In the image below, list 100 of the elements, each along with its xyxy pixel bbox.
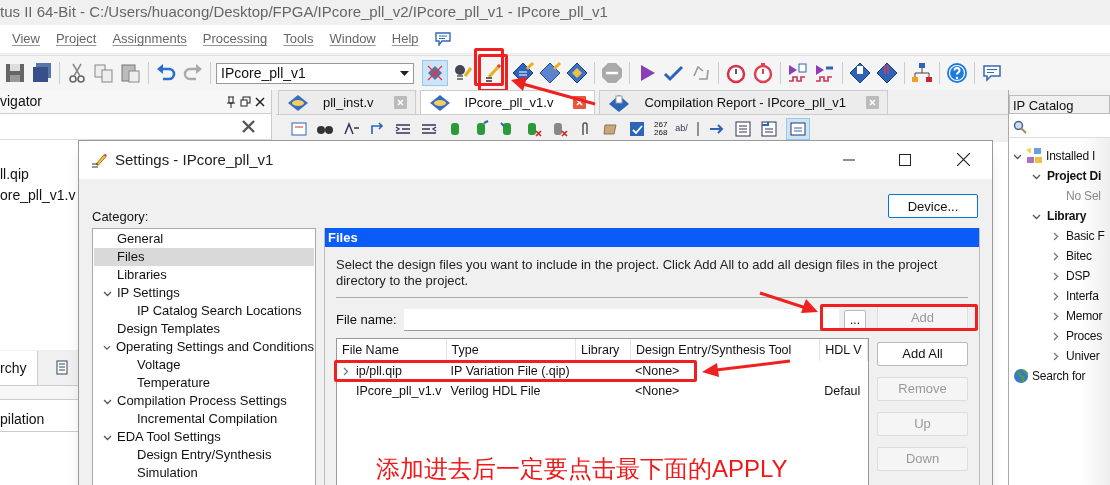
chevron-right-icon[interactable]	[341, 366, 350, 376]
column-header[interactable]: File Name	[337, 339, 447, 361]
tree-item[interactable]: Basic F	[1066, 227, 1105, 245]
tree-item[interactable]: Project Di	[1047, 167, 1102, 185]
editor-tab[interactable]: IPcore_pll_v1.v	[419, 90, 596, 114]
toggle-button[interactable]	[422, 60, 448, 86]
tree-item[interactable]: Univer	[1066, 347, 1100, 365]
project-dropdown[interactable]: IPcore_pll_v1	[216, 62, 414, 84]
diamond-icon[interactable]	[875, 61, 899, 85]
stopwatch-icon[interactable]	[751, 61, 775, 85]
category-item[interactable]: Incremental Compilation	[94, 410, 314, 428]
tree-item[interactable]: Library	[1047, 207, 1087, 225]
category-item[interactable]: IP Catalog Search Locations	[94, 302, 314, 320]
category-item[interactable]: Design Entry/Synthesis	[94, 446, 314, 464]
diamond-icon	[287, 93, 309, 112]
menu-item[interactable]: View	[12, 29, 40, 49]
waveform-icon[interactable]	[786, 61, 810, 85]
menu-item[interactable]: Tools	[283, 29, 314, 49]
category-item[interactable]: General	[94, 230, 314, 248]
pin-icon[interactable]	[226, 95, 236, 108]
save-all-icon[interactable]	[30, 61, 54, 85]
column-header[interactable]: Design Entry/Synthesis Tool	[630, 339, 821, 361]
device-button[interactable]: Device...	[888, 194, 978, 219]
tree-item[interactable]: Interfa	[1066, 287, 1099, 305]
paste-icon[interactable]	[119, 61, 143, 85]
check-icon[interactable]	[628, 119, 646, 138]
category-item[interactable]: Libraries	[94, 266, 314, 284]
tree-item[interactable]: Proces	[1066, 327, 1103, 345]
chevron-right-icon[interactable]	[1051, 311, 1060, 321]
chat-icon[interactable]	[434, 32, 451, 46]
list-window-icon[interactable]	[759, 119, 778, 138]
window-title: tus II 64-Bit - C:/Users/huacong/Desktop/FPGA/IPcore_pll_v2/IPcore_pll_v1 - IPcore_pll_v1	[0, 2, 608, 23]
close-icon[interactable]	[957, 153, 970, 167]
report-icon	[608, 93, 631, 112]
document-icon[interactable]	[56, 360, 68, 375]
column-header[interactable]: Type	[446, 339, 577, 361]
description-text: Select the design files you want to include in the project. Click Add All to add all design files in the project directory to the project.	[336, 257, 939, 289]
chevron-right-icon[interactable]	[1051, 331, 1060, 341]
panel-tab[interactable]: rchy	[0, 351, 38, 385]
list-window-icon[interactable]	[733, 119, 752, 138]
globe-icon[interactable]	[1013, 368, 1029, 384]
table-cell-text: Defaul	[824, 382, 861, 400]
tree-item[interactable]: Memor	[1066, 307, 1103, 325]
search-link[interactable]: Search for	[1032, 367, 1086, 385]
arrow	[759, 291, 818, 313]
diamond-pencil-icon[interactable]	[538, 61, 562, 85]
editor-tab[interactable]: pll_inst.v	[278, 90, 416, 114]
tree-item[interactable]: DSP	[1066, 267, 1091, 285]
annotation-text: 添加进去后一定要点击最下面的APPLY	[376, 455, 788, 483]
search-icon	[1013, 119, 1027, 134]
chevron-right-icon[interactable]	[1051, 231, 1060, 241]
category-item[interactable]: Temperature	[94, 374, 314, 392]
category-item[interactable]: EDA Tool Settings	[94, 428, 314, 446]
help-icon[interactable]	[945, 61, 969, 85]
chevron-right-icon[interactable]	[1051, 351, 1060, 361]
table-cell-text: IP Variation File (.qip)	[450, 362, 570, 380]
line-number-button[interactable]: 267 268	[654, 120, 668, 137]
column-header[interactable]: HDL V	[820, 339, 868, 361]
column-header[interactable]: Library	[576, 339, 631, 361]
menu-item[interactable]: Help	[391, 29, 419, 49]
menu-item[interactable]: Window	[329, 29, 376, 49]
panel-title: IP Catalog	[1009, 95, 1110, 114]
clear-icon[interactable]	[242, 120, 255, 133]
close-icon[interactable]	[255, 96, 265, 107]
diamond-icon[interactable]	[565, 61, 589, 85]
table-cell-text: IPcore_pll_v1.v	[356, 382, 442, 400]
menu-item[interactable]: Assignments	[112, 29, 187, 49]
menu-item[interactable]: Project	[55, 29, 97, 49]
menu-item[interactable]: Processing	[202, 29, 268, 49]
category-item[interactable]: Operating Settings and Conditions	[94, 338, 314, 356]
browse-button[interactable]: ...	[844, 310, 866, 330]
category-item[interactable]: Voltage	[94, 356, 314, 374]
category-item[interactable]: IP Settings	[94, 284, 314, 302]
editor-tab[interactable]: Compilation Report - IPcore_pll_v1	[599, 90, 889, 114]
file-name-field[interactable]	[404, 309, 839, 331]
category-item[interactable]: Simulation	[94, 464, 314, 482]
chevron-right-icon[interactable]	[1051, 251, 1060, 261]
table-cell-text: ip/pll.qip	[356, 362, 402, 380]
dialog-button[interactable]: Add All	[877, 342, 968, 366]
maximize-icon[interactable]	[899, 153, 911, 166]
panel-icon	[789, 121, 806, 136]
tree-item[interactable]: No Sel	[1066, 187, 1101, 205]
tree-item[interactable]: Bitec	[1066, 247, 1092, 265]
panel-title: vigator	[0, 92, 44, 111]
cursor-bar-icon[interactable]	[695, 119, 700, 138]
tree-item[interactable]: Installed I	[1046, 147, 1096, 165]
field-label: File name:	[336, 311, 398, 330]
word-wrap-button[interactable]: ab/	[675, 121, 688, 136]
restore-icon[interactable]	[240, 96, 251, 107]
diamond-icon[interactable]	[848, 61, 872, 85]
chevron-right-icon[interactable]	[1051, 291, 1060, 301]
toggle-button[interactable]	[785, 117, 810, 140]
dropdown-arrow-icon	[400, 70, 409, 76]
chevron-right-icon[interactable]	[1051, 271, 1060, 281]
hierarchy-icon[interactable]	[910, 61, 934, 85]
category-item[interactable]: Design Templates	[94, 320, 314, 338]
save-icon[interactable]	[3, 61, 27, 85]
category-item[interactable]: Compilation Process Settings	[94, 392, 314, 410]
pencil-icon	[91, 151, 107, 168]
category-item[interactable]: Files	[94, 248, 314, 266]
